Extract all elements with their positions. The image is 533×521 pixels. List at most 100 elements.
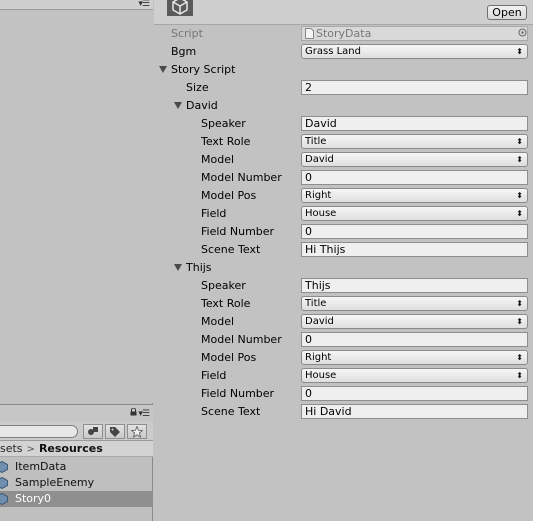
foldout-triangle-icon bbox=[174, 102, 182, 109]
scene-text-label: Scene Text bbox=[201, 405, 261, 418]
object-picker-icon[interactable] bbox=[518, 28, 527, 37]
script-row: Script StoryData bbox=[154, 25, 533, 43]
filter-by-label-button[interactable] bbox=[105, 424, 125, 439]
script-label: Script bbox=[171, 27, 203, 40]
inspector-header: Open bbox=[154, 0, 533, 25]
model-dropdown[interactable]: David ⬍ bbox=[301, 314, 528, 329]
scriptable-object-icon bbox=[0, 461, 8, 473]
field-label: Field bbox=[201, 207, 227, 220]
story-script-label: Story Script bbox=[171, 63, 236, 76]
field-number-label: Field Number bbox=[201, 225, 275, 238]
bgm-value: Grass Land bbox=[305, 46, 361, 57]
model-number-label: Model Number bbox=[201, 171, 282, 184]
text-role-value: Title bbox=[305, 298, 327, 309]
field-row: Field House ⬍ bbox=[154, 367, 533, 385]
open-button[interactable]: Open bbox=[487, 5, 527, 20]
model-pos-dropdown[interactable]: Right ⬍ bbox=[301, 350, 528, 365]
bgm-row: Bgm Grass Land ⬍ bbox=[154, 43, 533, 61]
field-row: Field House ⬍ bbox=[154, 205, 533, 223]
field-number-row: Field Number 0 bbox=[154, 223, 533, 241]
dropdown-arrow-icon: ⬍ bbox=[516, 155, 523, 164]
script-file-icon bbox=[305, 28, 314, 39]
model-dropdown[interactable]: David ⬍ bbox=[301, 152, 528, 167]
model-number-row: Model Number 0 bbox=[154, 169, 533, 187]
dropdown-arrow-icon: ⬍ bbox=[516, 299, 523, 308]
project-panel: ▾☰ ▾☰ sets > Resources ItemData SampleEn… bbox=[0, 0, 153, 521]
field-dropdown[interactable]: House ⬍ bbox=[301, 206, 528, 221]
model-number-input[interactable]: 0 bbox=[301, 332, 528, 347]
speaker-input[interactable]: David bbox=[301, 116, 528, 131]
element-name: David bbox=[186, 99, 218, 112]
dropdown-arrow-icon: ⬍ bbox=[516, 371, 523, 380]
model-pos-value: Right bbox=[305, 352, 332, 363]
scriptable-object-icon bbox=[0, 493, 8, 505]
model-label: Model bbox=[201, 315, 235, 328]
scene-text-row: Scene Text Hi Thijs bbox=[154, 241, 533, 259]
foldout-triangle-icon bbox=[174, 264, 182, 271]
favorites-button[interactable] bbox=[127, 424, 147, 439]
breadcrumb-assets[interactable]: sets bbox=[0, 442, 23, 455]
element-foldout-thijs[interactable]: Thijs bbox=[154, 259, 533, 277]
bgm-dropdown[interactable]: Grass Land ⬍ bbox=[301, 44, 528, 59]
filter-by-type-button[interactable] bbox=[83, 424, 103, 439]
scene-text-row: Scene Text Hi David bbox=[154, 403, 533, 421]
dropdown-arrow-icon: ⬍ bbox=[516, 191, 523, 200]
search-input[interactable] bbox=[0, 425, 78, 438]
top-panel-tabbar: ▾☰ bbox=[0, 0, 153, 10]
asset-label: ItemData bbox=[15, 460, 67, 473]
scene-text-input[interactable]: Hi David bbox=[301, 404, 528, 419]
model-label: Model bbox=[201, 153, 235, 166]
speaker-input[interactable]: Thijs bbox=[301, 278, 528, 293]
foldout-triangle-icon bbox=[159, 66, 167, 73]
panel-menu-icon[interactable]: ▾☰ bbox=[138, 0, 150, 9]
field-value: House bbox=[305, 370, 337, 381]
text-role-dropdown[interactable]: Title ⬍ bbox=[301, 134, 528, 149]
asset-label: SampleEnemy bbox=[15, 476, 95, 489]
asset-item-story0[interactable]: Story0 bbox=[0, 491, 153, 507]
model-pos-dropdown[interactable]: Right ⬍ bbox=[301, 188, 528, 203]
field-number-input[interactable]: 0 bbox=[301, 224, 528, 239]
breadcrumb-resources[interactable]: Resources bbox=[39, 442, 103, 455]
asset-label: Story0 bbox=[15, 492, 52, 505]
element-foldout-david[interactable]: David bbox=[154, 97, 533, 115]
project-menu-icon[interactable]: ▾☰ bbox=[138, 410, 150, 419]
field-number-row: Field Number 0 bbox=[154, 385, 533, 403]
tag-icon bbox=[110, 426, 120, 437]
model-number-label: Model Number bbox=[201, 333, 282, 346]
dropdown-arrow-icon: ⬍ bbox=[516, 317, 523, 326]
model-value: David bbox=[305, 154, 334, 165]
field-number-input[interactable]: 0 bbox=[301, 386, 528, 401]
field-label: Field bbox=[201, 369, 227, 382]
bgm-label: Bgm bbox=[171, 45, 197, 58]
field-number-label: Field Number bbox=[201, 387, 275, 400]
speaker-row: Speaker Thijs bbox=[154, 277, 533, 295]
star-icon bbox=[131, 425, 143, 438]
text-role-row: Text Role Title ⬍ bbox=[154, 133, 533, 151]
text-role-label: Text Role bbox=[201, 135, 251, 148]
text-role-dropdown[interactable]: Title ⬍ bbox=[301, 296, 528, 311]
speaker-label: Speaker bbox=[201, 117, 246, 130]
scene-text-input[interactable]: Hi Thijs bbox=[301, 242, 528, 257]
dropdown-arrow-icon: ⬍ bbox=[516, 353, 523, 362]
asset-item-sampleenemy[interactable]: SampleEnemy bbox=[0, 475, 153, 491]
story-script-foldout[interactable]: Story Script bbox=[154, 61, 533, 79]
model-number-input[interactable]: 0 bbox=[301, 170, 528, 185]
size-input[interactable]: 2 bbox=[301, 80, 528, 95]
speaker-row: Speaker David bbox=[154, 115, 533, 133]
filter-type-icon bbox=[87, 427, 98, 435]
field-dropdown[interactable]: House ⬍ bbox=[301, 368, 528, 383]
element-name: Thijs bbox=[186, 261, 212, 274]
breadcrumb: sets > Resources bbox=[0, 441, 153, 457]
text-role-label: Text Role bbox=[201, 297, 251, 310]
model-number-row: Model Number 0 bbox=[154, 331, 533, 349]
model-row: Model David ⬍ bbox=[154, 313, 533, 331]
scene-text-label: Scene Text bbox=[201, 243, 261, 256]
model-pos-row: Model Pos Right ⬍ bbox=[154, 187, 533, 205]
script-field[interactable]: StoryData bbox=[301, 26, 528, 41]
lock-icon[interactable] bbox=[130, 408, 137, 416]
dropdown-arrow-icon: ⬍ bbox=[516, 137, 523, 146]
size-label: Size bbox=[186, 81, 209, 94]
script-value: StoryData bbox=[316, 27, 372, 40]
asset-item-itemdata[interactable]: ItemData bbox=[0, 459, 153, 475]
dropdown-arrow-icon: ⬍ bbox=[516, 209, 523, 218]
